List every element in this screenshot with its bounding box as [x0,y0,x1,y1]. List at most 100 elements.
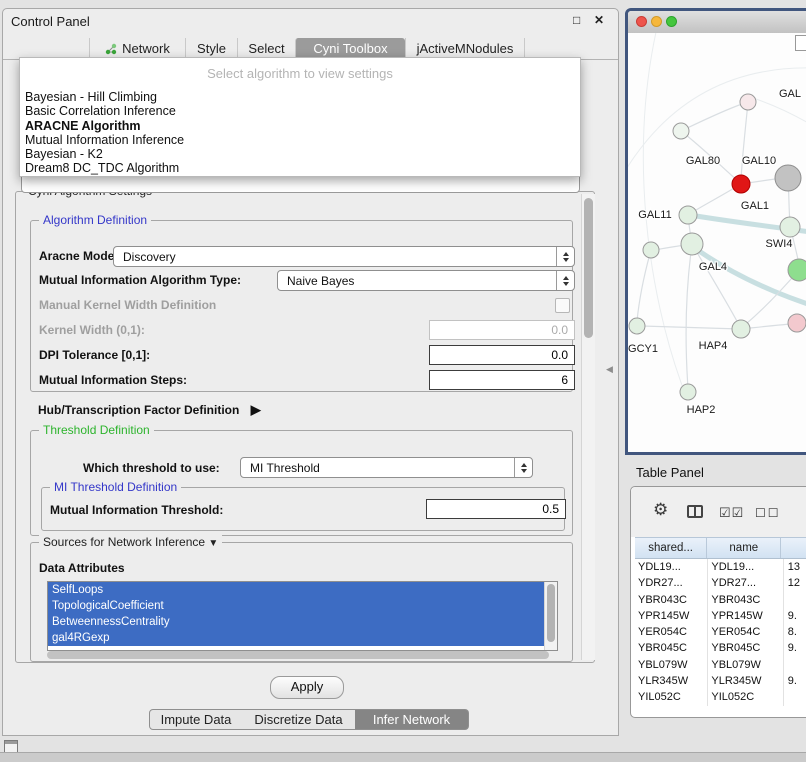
table-row[interactable]: YBR043CYBR043C [635,592,806,608]
cell: YBR045C [708,640,783,656]
select-all-checkboxes-icon[interactable]: ☑☑ [719,505,744,521]
network-node[interactable] [680,384,696,400]
network-node[interactable] [643,242,659,258]
tab-jactivemnodules[interactable]: jActiveMNodules [405,38,525,59]
network-node[interactable] [740,94,756,110]
attribute-item-selected[interactable]: TopologicalCoefficient [48,598,547,614]
data-attributes-label: Data Attributes [39,561,125,575]
dropdown-item[interactable]: Dream8 DC_TDC Algorithm [20,161,580,175]
zoom-traffic-light-icon[interactable] [666,16,677,27]
kernel-width-input[interactable] [429,320,575,340]
mi-steps-input[interactable] [429,370,575,390]
network-node[interactable] [780,217,800,237]
dropdown-item[interactable]: Bayesian - K2 [20,147,580,161]
gear-icon[interactable]: ⚙ [653,500,668,520]
cell: YDL19... [708,559,783,575]
tab-impute-data[interactable]: Impute Data [149,709,243,730]
network-canvas[interactable]: GAL GAL80 GAL10 GAL11 GAL1 SWI4 GAL4 GCY… [628,33,806,452]
table-row[interactable]: YPR145WYPR145W9. [635,608,806,624]
manual-kernel-label: Manual Kernel Width Definition [39,298,216,312]
table-row[interactable]: YER054CYER054C8. [635,624,806,640]
hub-tf-section-toggle[interactable]: Hub/Transcription Factor Definition ▶ [38,402,261,418]
mi-type-combobox[interactable]: Naive Bayes [277,270,575,291]
close-window-icon[interactable]: ✕ [594,13,604,27]
attribute-item-selected[interactable]: BetweennessCentrality [48,614,547,630]
table-panel-window: ⚙ ☑☑ ☐☐ shared... name YDL19...YDL19...1… [630,486,806,718]
columns-icon[interactable] [687,505,703,518]
tab-infer-network[interactable]: Infer Network [355,709,469,730]
attribute-list-scrollbar-thumb[interactable] [547,584,555,642]
table-row[interactable]: YLR345WYLR345W9. [635,673,806,689]
cyni-settings-group: Cyni Algorithm Settings Algorithm Defini… [15,191,595,663]
sources-title: Sources for Network Inference [43,535,205,549]
manual-kernel-checkbox[interactable] [555,298,570,313]
sources-legend[interactable]: Sources for Network Inference ▼ [39,535,222,549]
collapse-left-icon[interactable]: ◀ [606,364,613,375]
mi-steps-label: Mutual Information Steps: [39,373,187,387]
node-label: SWI4 [766,238,793,250]
attribute-item-selected[interactable]: SelfLoops [48,582,547,598]
network-node[interactable] [629,318,645,334]
network-node-gray[interactable] [775,165,801,191]
table-toolbar: ⚙ ☑☑ ☐☐ [631,487,806,537]
cell: YDR27... [708,575,783,591]
node-label: GAL80 [686,155,720,167]
threshold-definition-group: Threshold Definition Which threshold to … [30,430,573,536]
minimize-traffic-light-icon[interactable] [651,16,662,27]
mi-threshold-input[interactable] [426,499,566,519]
kernel-width-label: Kernel Width (0,1): [39,323,145,337]
attribute-item-selected[interactable]: gal4RGexp [48,630,547,646]
column-header-name[interactable]: name [707,538,781,558]
table-row[interactable]: YIL052CYIL052C [635,689,806,705]
expand-right-icon: ▶ [251,402,261,417]
sources-group: Sources for Network Inference ▼ Data Att… [30,542,573,662]
combo-stepper-icon [514,458,532,477]
dropdown-item-selected[interactable]: ARACNE Algorithm [20,119,580,133]
column-header-clipped[interactable] [781,538,806,558]
dpi-tolerance-input[interactable] [429,345,575,365]
network-node[interactable] [679,206,697,224]
network-node[interactable] [681,233,703,255]
dropdown-item[interactable]: Basic Correlation Inference [20,104,580,118]
data-attributes-list[interactable]: SelfLoops TopologicalCoefficient Between… [47,581,558,651]
network-node-pink[interactable] [788,314,806,332]
desktop: Control Panel □ ✕ Network Style Select C… [0,0,806,762]
table-row[interactable]: YBR045CYBR045C9. [635,640,806,656]
network-node-red[interactable] [732,175,750,193]
control-panel-title: Control Panel [11,14,90,29]
attribute-list-hscrollbar[interactable] [47,651,549,659]
network-node[interactable] [732,320,750,338]
apply-button[interactable]: Apply [270,676,344,699]
algorithm-definition-group: Algorithm Definition Aracne Mode: Discov… [30,220,573,392]
tab-discretize-data[interactable]: Discretize Data [242,709,356,730]
node-label: GCY1 [628,343,658,355]
table-row[interactable]: YDR27...YDR27...12 [635,575,806,591]
float-window-icon[interactable]: □ [573,13,580,27]
attribute-list-scrollbar[interactable] [544,582,557,650]
dropdown-item[interactable]: Mutual Information Inference [20,133,580,147]
tab-network[interactable]: Network [89,38,185,59]
network-node[interactable] [673,123,689,139]
which-threshold-combobox[interactable]: MI Threshold [240,457,533,478]
network-window-titlebar[interactable] [628,11,806,34]
deselect-all-checkboxes-icon[interactable]: ☐☐ [755,506,781,520]
network-scroll-widget[interactable] [795,35,806,51]
settings-scrollbar[interactable] [581,194,595,660]
cell [784,689,806,705]
table-row[interactable]: YBL079WYBL079W [635,657,806,673]
tab-select[interactable]: Select [237,38,295,59]
node-label: GAL1 [741,200,769,212]
cell: YBR043C [708,592,783,608]
close-traffic-light-icon[interactable] [636,16,647,27]
node-label: GAL10 [742,155,776,167]
aracne-mode-combobox[interactable]: Discovery [113,246,575,267]
table-row[interactable]: YDL19...YDL19...13 [635,559,806,575]
tab-cyni-toolbox[interactable]: Cyni Toolbox [295,38,405,59]
dropdown-item[interactable]: Bayesian - Hill Climbing [20,90,580,104]
tab-style[interactable]: Style [185,38,237,59]
dropdown-placeholder: Select algorithm to view settings [20,58,580,90]
column-header-shared-name[interactable]: shared... [635,538,707,558]
settings-scrollbar-thumb[interactable] [584,198,593,338]
cell: 9. [784,640,806,656]
network-node-green[interactable] [788,259,806,281]
